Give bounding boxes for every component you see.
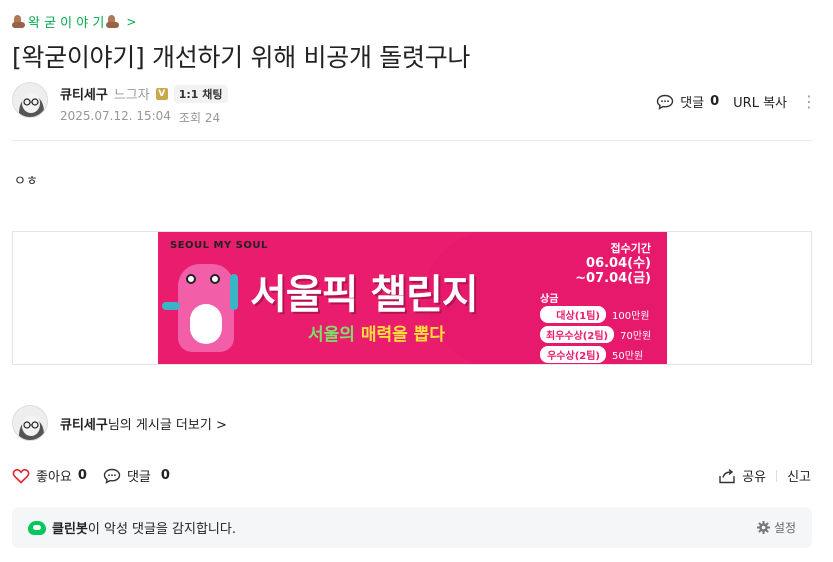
author-more-nickname: 큐티세구 bbox=[60, 417, 108, 433]
banner-headline: 서울픽 챌린지 bbox=[250, 272, 479, 318]
banner-mascot bbox=[178, 264, 234, 352]
board-link[interactable]: 왁 굳 이 야 기 > bbox=[12, 12, 136, 31]
post-body: ㅇㅎ bbox=[14, 174, 38, 189]
gear-icon bbox=[756, 521, 770, 534]
board-name: 왁 굳 이 야 기 bbox=[28, 16, 105, 31]
comment-icon bbox=[656, 94, 674, 110]
more-options-icon[interactable]: ⋮ bbox=[801, 93, 817, 110]
comment-count: 0 bbox=[710, 94, 720, 109]
ad-banner[interactable]: SEOUL MY SOUL 서울픽 챌린지 서울의 매력을 뽑다 접수기간 06… bbox=[158, 232, 667, 364]
banner-subline: 서울의 매력을 뽑다 bbox=[308, 325, 445, 345]
banner-prizes: 대상(1팀) 100만원 최우수상(2팀) 70만원 우수상(2팀) 50만원 bbox=[540, 306, 651, 363]
comment-button[interactable]: 댓글 0 bbox=[656, 92, 719, 111]
avatar[interactable] bbox=[12, 405, 48, 441]
bottom-actions: 좋아요 0 댓글 0 bbox=[12, 466, 170, 485]
comment-label: 댓글 bbox=[680, 96, 705, 111]
emoji-icon bbox=[12, 14, 26, 30]
author-more-link[interactable]: 큐티세구님의 게시글 더보기 > bbox=[12, 405, 227, 441]
chat-button[interactable]: 1:1 채팅 bbox=[173, 84, 228, 103]
comment-icon bbox=[103, 468, 121, 484]
top-actions: 댓글 0 URL 복사 ⋮ bbox=[656, 92, 817, 111]
share-icon bbox=[719, 468, 735, 483]
comment-count: 0 bbox=[160, 468, 170, 483]
heart-icon bbox=[12, 468, 30, 484]
cleanbot-name: 클린봇 bbox=[52, 522, 88, 537]
author-meta: 큐티세구 느그자 V 1:1 채팅 2025.07.12. 15:04 조회 2… bbox=[60, 82, 228, 126]
divider bbox=[12, 140, 812, 141]
like-label: 좋아요 bbox=[36, 470, 72, 485]
banner-mascot-arm bbox=[162, 302, 180, 310]
like-count: 0 bbox=[77, 468, 87, 483]
banner-period: 06.04(수) ~07.04(금) bbox=[575, 256, 651, 286]
cleanbot-icon bbox=[28, 520, 46, 535]
ad-banner-box: SEOUL MY SOUL 서울픽 챌린지 서울의 매력을 뽑다 접수기간 06… bbox=[12, 231, 812, 365]
banner-prize: 대상(1팀) 100만원 bbox=[540, 306, 651, 323]
report-button[interactable]: 신고 bbox=[787, 466, 811, 485]
author-nickname[interactable]: 큐티세구 bbox=[60, 84, 108, 103]
settings-label: 설정 bbox=[773, 521, 796, 535]
chevron-right-icon: > bbox=[215, 417, 227, 433]
url-copy-button[interactable]: URL 복사 bbox=[733, 92, 787, 111]
banner-prize: 우수상(2팀) 50만원 bbox=[540, 346, 651, 363]
banner-prize-label: 상금 bbox=[540, 294, 559, 305]
bottom-right-actions: 공유 신고 bbox=[718, 466, 811, 485]
post-date: 2025.07.12. 15:04 bbox=[60, 109, 171, 123]
divider bbox=[776, 469, 778, 482]
chevron-right-icon: > bbox=[126, 14, 137, 29]
cleanbot-notice: 클린봇 이 악성 댓글을 감지합니다. 설정 bbox=[12, 507, 812, 548]
post-views: 조회 24 bbox=[178, 111, 221, 125]
author-row: 큐티세구 느그자 V 1:1 채팅 2025.07.12. 15:04 조회 2… bbox=[12, 82, 228, 126]
emoji-icon bbox=[106, 14, 120, 30]
cleanbot-message: 이 악성 댓글을 감지합니다. bbox=[87, 522, 236, 537]
share-button[interactable]: 공유 bbox=[718, 466, 766, 485]
like-button[interactable]: 좋아요 0 bbox=[12, 466, 87, 485]
cleanbot-settings-button[interactable]: 설정 bbox=[756, 519, 796, 536]
comment-button[interactable]: 댓글 0 bbox=[103, 466, 170, 485]
avatar[interactable] bbox=[12, 82, 48, 118]
share-label: 공유 bbox=[742, 470, 767, 485]
comment-label: 댓글 bbox=[126, 470, 151, 485]
author-level: 느그자 bbox=[113, 88, 150, 103]
level-badge-icon: V bbox=[155, 87, 168, 100]
post-title: [왁굳이야기] 개선하기 위해 비공개 돌렷구나 bbox=[12, 43, 471, 72]
banner-mascot-arm bbox=[230, 274, 238, 310]
banner-prize: 최우수상(2팀) 70만원 bbox=[540, 326, 651, 343]
author-more-suffix: 님의 게시글 더보기 bbox=[107, 417, 212, 433]
banner-period-label: 접수기간 bbox=[610, 242, 651, 255]
banner-logo: SEOUL MY SOUL bbox=[170, 240, 268, 251]
